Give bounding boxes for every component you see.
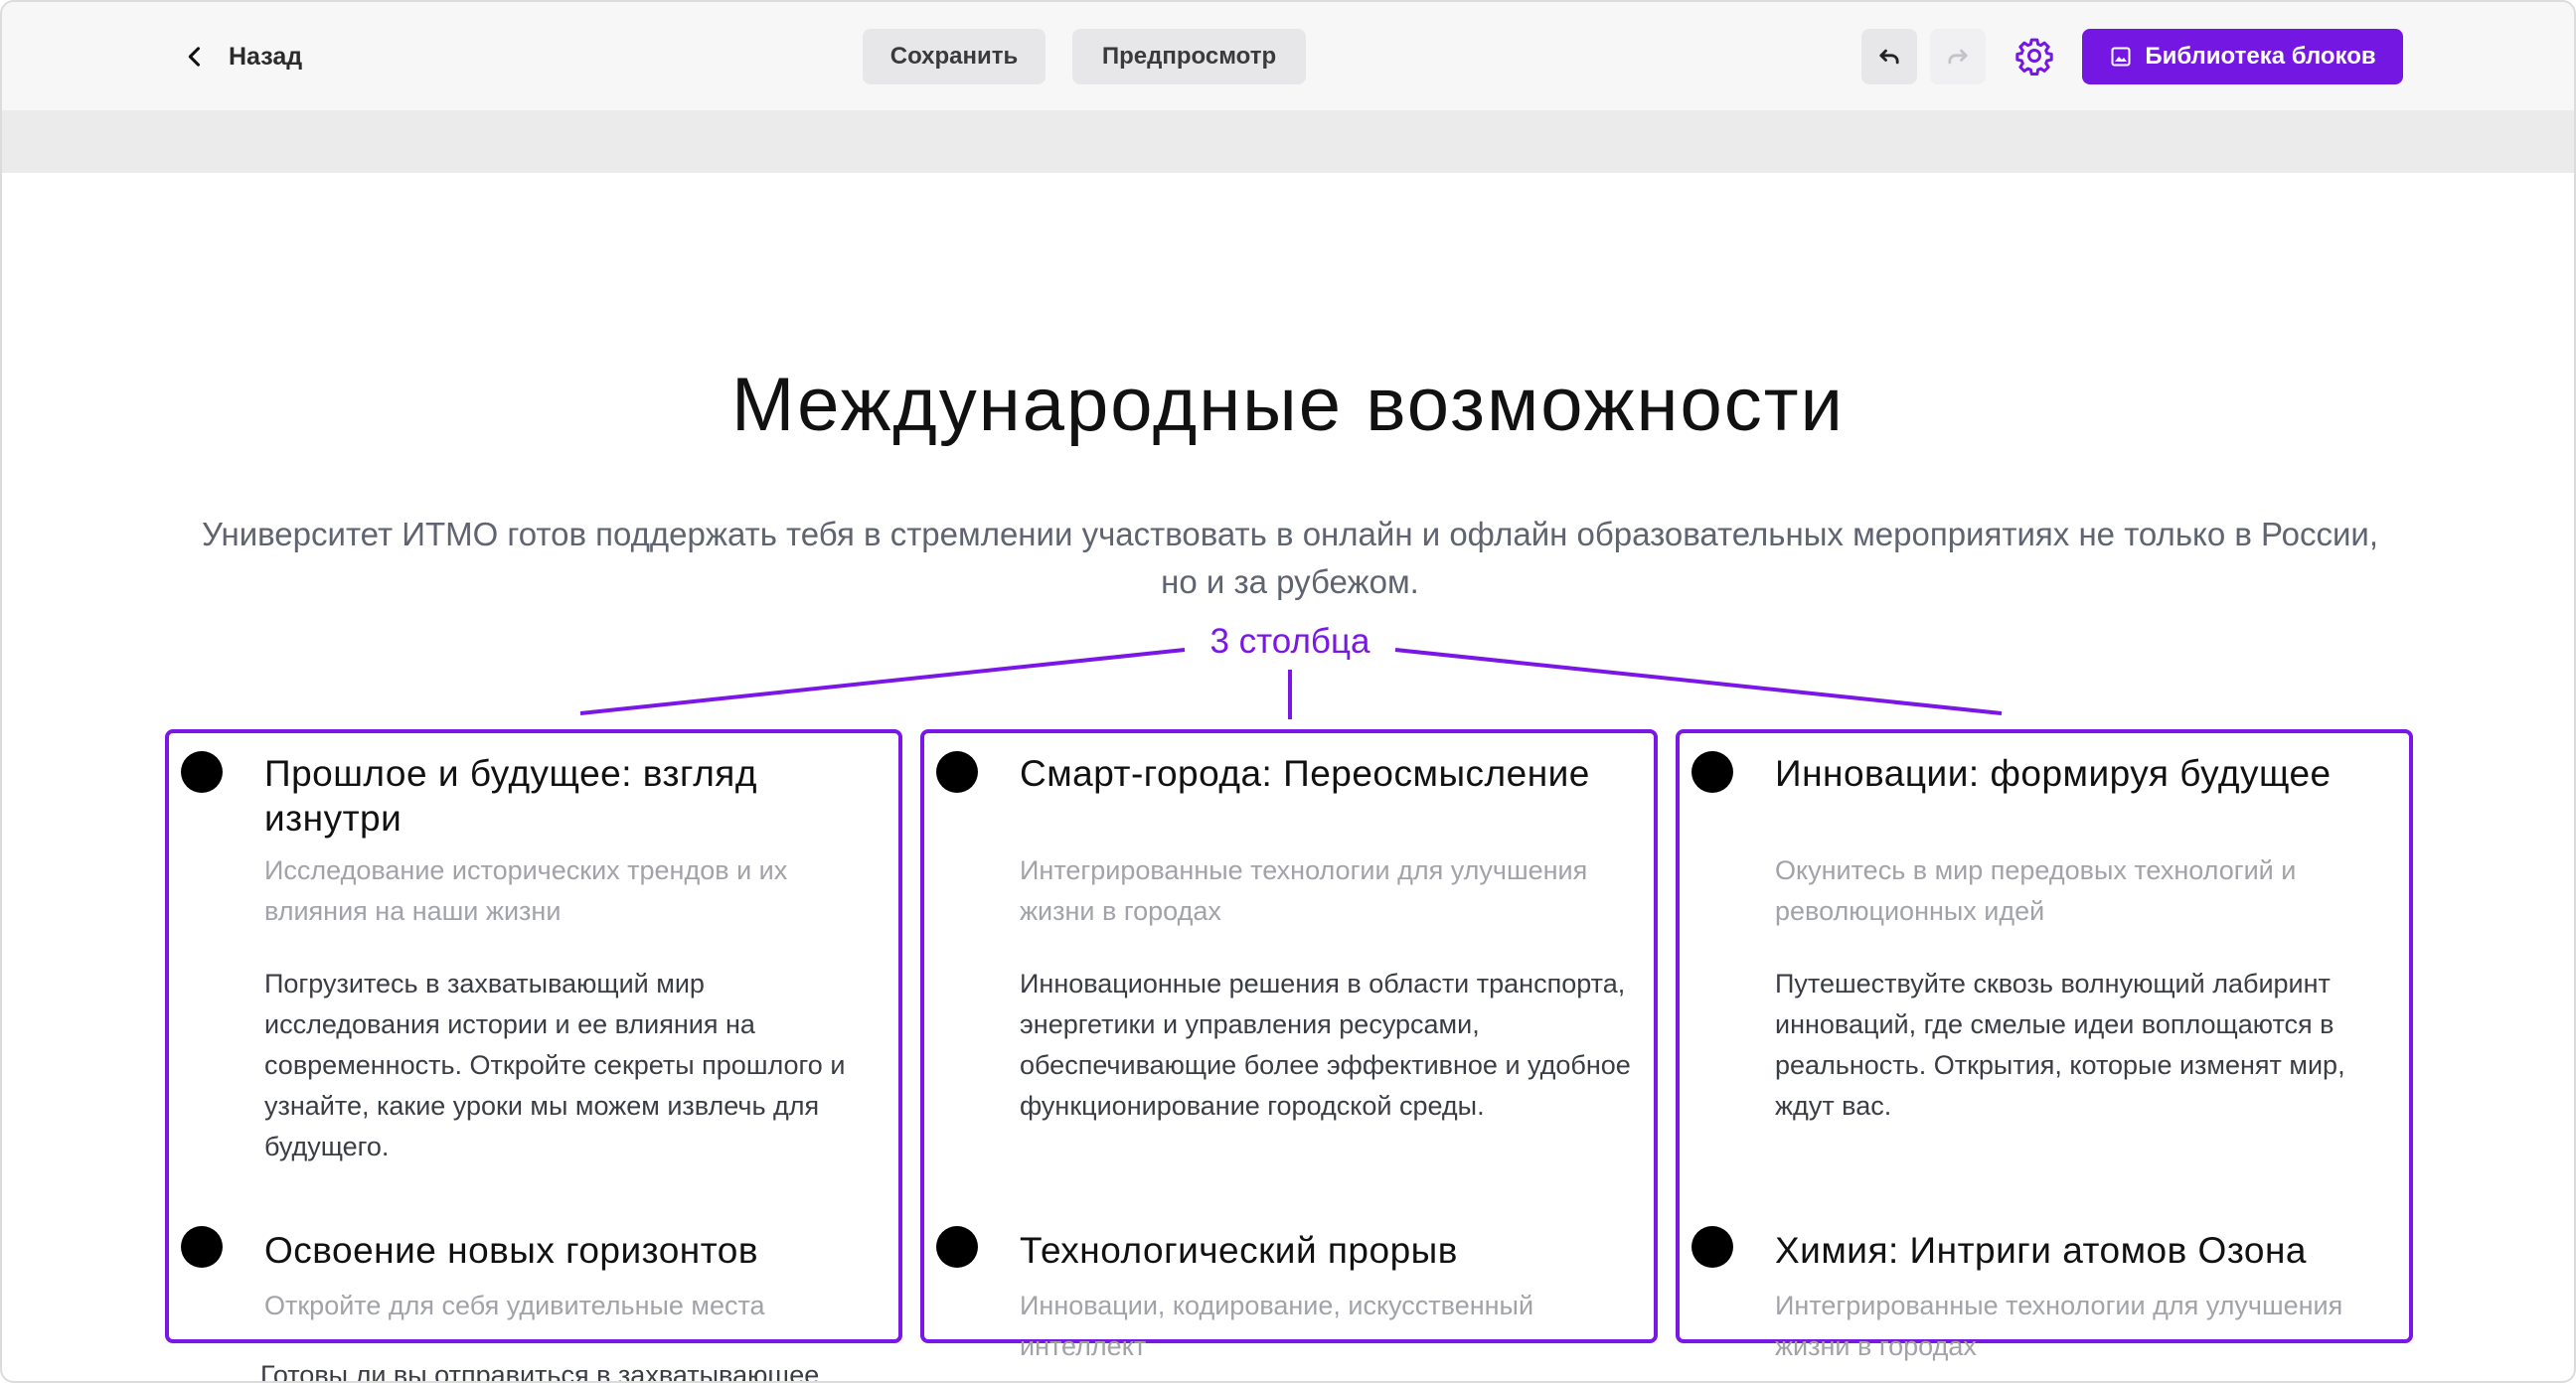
columns-annotation-label: 3 столбца (1191, 622, 1389, 662)
item-body: Погрузитесь в захватывающий мир исследов… (264, 969, 846, 1161)
overflow-body-text: Готовы ли вы отправиться в захватывающее (260, 1360, 820, 1383)
annotation-line-right (1394, 648, 2003, 715)
back-button[interactable]: Назад (181, 32, 302, 81)
page-subtitle: Университет ИТМО готов поддержать тебя в… (202, 516, 2378, 600)
item-title: Инновации: формируя будущее (1775, 753, 2332, 794)
chevron-left-icon (188, 47, 201, 67)
back-label: Назад (229, 42, 303, 71)
item-title: Химия: Интриги атомов Озона (1775, 1230, 2307, 1271)
redo-icon (1948, 49, 1968, 65)
preview-button[interactable]: Предпросмотр (1072, 29, 1306, 84)
editor-window: Назад Сохранить Предпросмотр Библиотека … (0, 0, 2576, 1383)
item-title: Освоение новых горизонтов (264, 1230, 759, 1271)
item-subtitle: Интегрированные технологии для улучшения… (1020, 855, 1588, 926)
column-2[interactable]: Смарт-города: Переосмысление Интегрирова… (920, 729, 1658, 1361)
annotation-line-left (579, 648, 1186, 715)
editor-band (2, 111, 2574, 173)
item-subtitle: Исследование исторических трендов и их в… (264, 855, 788, 926)
gear-icon[interactable] (2014, 36, 2054, 76)
item-body: Путешествуйте сквозь волнующий лабиринт … (1775, 969, 2345, 1121)
block-library-button[interactable]: Библиотека блоков (2082, 29, 2403, 84)
undo-icon (1879, 49, 1899, 65)
bullet-dot (1691, 1226, 1733, 1268)
bullet-dot (181, 1226, 223, 1268)
save-button[interactable]: Сохранить (863, 29, 1046, 84)
page-title: Международные возможности (731, 363, 1845, 447)
item-title: Технологический прорыв (1020, 1230, 1458, 1271)
item-title: Прошлое и будущее: взгляд изнутри (264, 753, 757, 839)
undo-button[interactable] (1861, 29, 1917, 84)
item-title: Смарт-города: Переосмысление (1020, 753, 1590, 794)
column-1[interactable]: Прошлое и будущее: взгляд изнутри Исслед… (165, 729, 902, 1343)
column-3[interactable]: Инновации: формируя будущее Окунитесь в … (1676, 729, 2413, 1361)
library-label: Библиотека блоков (2145, 43, 2376, 70)
item-body: Инновационные решения в области транспор… (1020, 969, 1631, 1121)
redo-button[interactable] (1930, 29, 1986, 84)
bullet-dot (1691, 751, 1733, 793)
item-subtitle: Окунитесь в мир передовых технологий и р… (1775, 855, 2297, 926)
bullet-dot (181, 751, 223, 793)
bullet-dot (936, 751, 978, 793)
item-subtitle: Откройте для себя удивительные места (264, 1291, 765, 1320)
bullet-dot (936, 1226, 978, 1268)
item-subtitle: Интегрированные технологии для улучшения… (1775, 1291, 2343, 1361)
image-icon (2111, 47, 2131, 67)
editor-toolbar: Назад Сохранить Предпросмотр Библиотека … (2, 2, 2574, 111)
item-subtitle: Инновации, кодирование, искусственный ин… (1020, 1291, 1534, 1361)
